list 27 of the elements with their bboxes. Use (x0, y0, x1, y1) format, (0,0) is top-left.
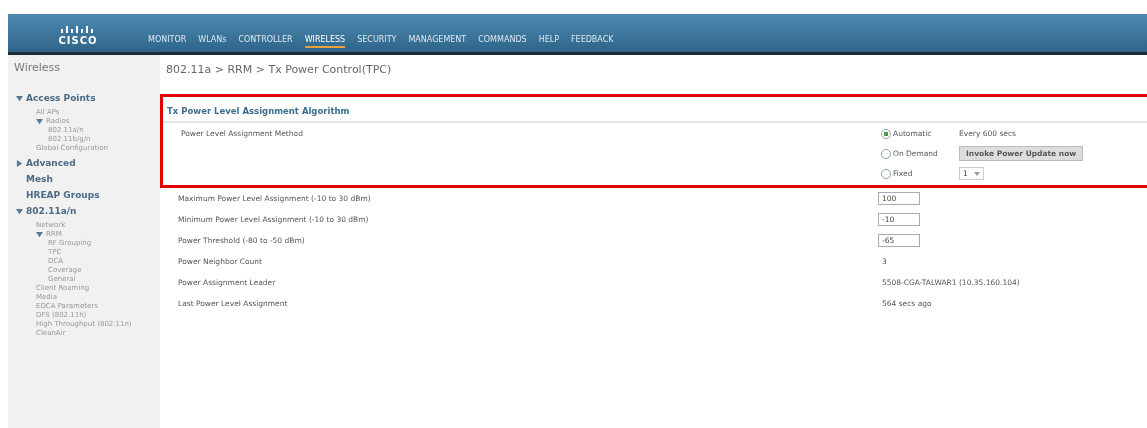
nav-tab[interactable]: SECURITY (357, 35, 397, 48)
caret-icon (973, 171, 980, 176)
sidebar-item[interactable]: Access Points (26, 92, 96, 104)
tree-toggle-icon[interactable] (36, 231, 46, 238)
sidebar-item[interactable]: 802.11a/n (26, 205, 77, 217)
sidebar-item[interactable]: Mesh (26, 173, 53, 185)
logo-text: CISCO (58, 35, 98, 46)
nav-tab[interactable]: FEEDBACK (571, 35, 614, 48)
nav-tab[interactable]: MONITOR (148, 35, 187, 48)
nav-tab[interactable]: HELP (538, 35, 559, 48)
tree-toggle-icon[interactable] (16, 94, 26, 102)
breadcrumb: 802.11a > RRM > Tx Power Control(TPC) (165, 62, 393, 78)
section-title: Tx Power Level Assignment Algorithm (163, 97, 1147, 123)
logo-bars-icon (60, 25, 96, 35)
tree-toggle-icon[interactable] (36, 118, 46, 125)
radio-button[interactable] (881, 168, 891, 179)
radio-button[interactable] (881, 128, 891, 139)
sidebar-item[interactable]: HREAP Groups (26, 189, 100, 201)
sidebar-title: Wireless (13, 61, 62, 76)
tree-toggle-icon[interactable] (16, 207, 26, 215)
nav-tab[interactable]: MANAGEMENT (408, 35, 467, 48)
nav-tab[interactable]: CONTROLLER (238, 35, 293, 48)
radio-button[interactable] (881, 148, 891, 159)
nav-tab[interactable]: COMMANDS (478, 35, 527, 48)
sidebar-item[interactable]: Advanced (26, 157, 76, 169)
nav-tab[interactable]: WLANs (198, 35, 227, 48)
nav-tab[interactable]: WIRELESS (304, 35, 346, 48)
